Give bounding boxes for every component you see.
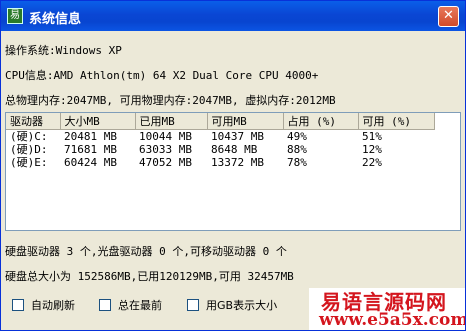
show-in-gb-label: 用GB表示大小	[206, 299, 278, 312]
cell-size: 20481 MB	[64, 130, 117, 143]
column-header-used[interactable]: 已用MB	[135, 113, 208, 130]
cell-free: 8648 MB	[211, 143, 258, 156]
app-icon: 易	[7, 8, 23, 24]
cell-size: 60424 MB	[64, 156, 117, 169]
always-on-top-checkbox[interactable]: 总在最前	[99, 297, 162, 313]
checkbox-box[interactable]	[12, 299, 24, 311]
cell-free-percent: 12%	[362, 143, 382, 156]
watermark-url: www.e5a5x.com	[319, 310, 466, 330]
drive-table[interactable]: 驱动器 大小MB 已用MB 可用MB 占用 (%) 可用 (%) (硬)C: 2…	[5, 112, 461, 231]
column-header-size[interactable]: 大小MB	[60, 113, 136, 130]
close-button[interactable]: ✕	[438, 6, 459, 27]
table-row[interactable]: (硬)E: 60424 MB 47052 MB 13372 MB 78% 22%	[6, 156, 434, 169]
cell-used-percent: 49%	[287, 130, 307, 143]
checkbox-box[interactable]	[187, 299, 199, 311]
cell-free-percent: 22%	[362, 156, 382, 169]
os-info: 操作系统:Windows XP	[5, 44, 122, 57]
system-info-window: 易 系统信息 ✕ 操作系统:Windows XP CPU信息:AMD Athlo…	[0, 0, 466, 331]
table-row[interactable]: (硬)D: 71681 MB 63033 MB 8648 MB 88% 12%	[6, 143, 434, 156]
disk-total-info: 硬盘总大小为 152586MB,已用120129MB,可用 32457MB	[5, 270, 294, 283]
cpu-info: CPU信息:AMD Athlon(tm) 64 X2 Dual Core CPU…	[5, 69, 319, 82]
cell-used-percent: 78%	[287, 156, 307, 169]
cell-drive: (硬)C:	[10, 130, 48, 143]
memory-info: 总物理内存:2047MB, 可用物理内存:2047MB, 虚拟内存:2012MB	[5, 94, 336, 107]
cell-used-percent: 88%	[287, 143, 307, 156]
cell-drive: (硬)E:	[10, 156, 48, 169]
close-icon: ✕	[443, 8, 454, 23]
drive-count-info: 硬盘驱动器 3 个,光盘驱动器 0 个,可移动驱动器 0 个	[5, 245, 287, 258]
cell-size: 71681 MB	[64, 143, 117, 156]
always-on-top-label: 总在最前	[118, 299, 162, 312]
table-row[interactable]: (硬)C: 20481 MB 10044 MB 10437 MB 49% 51%	[6, 130, 434, 144]
table-header-row: 驱动器 大小MB 已用MB 可用MB 占用 (%) 可用 (%)	[6, 113, 435, 130]
cell-used: 63033 MB	[139, 143, 192, 156]
cell-used: 10044 MB	[139, 130, 192, 143]
column-header-used-percent[interactable]: 占用 (%)	[283, 113, 359, 130]
cell-free: 10437 MB	[211, 130, 264, 143]
checkbox-box[interactable]	[99, 299, 111, 311]
column-header-free-percent[interactable]: 可用 (%)	[358, 113, 435, 130]
auto-refresh-checkbox[interactable]: 自动刷新	[12, 297, 75, 313]
auto-refresh-label: 自动刷新	[31, 299, 75, 312]
window-title: 系统信息	[29, 12, 82, 27]
cell-free-percent: 51%	[362, 130, 382, 143]
title-bar[interactable]: 易 系统信息 ✕	[1, 1, 465, 31]
watermark: 易语言源码网 www.e5a5x.com	[309, 288, 466, 330]
cell-drive: (硬)D:	[10, 143, 48, 156]
show-in-gb-checkbox[interactable]: 用GB表示大小	[187, 297, 277, 313]
cell-free: 13372 MB	[211, 156, 264, 169]
cell-used: 47052 MB	[139, 156, 192, 169]
column-header-free[interactable]: 可用MB	[207, 113, 284, 130]
column-header-drive[interactable]: 驱动器	[6, 113, 61, 130]
